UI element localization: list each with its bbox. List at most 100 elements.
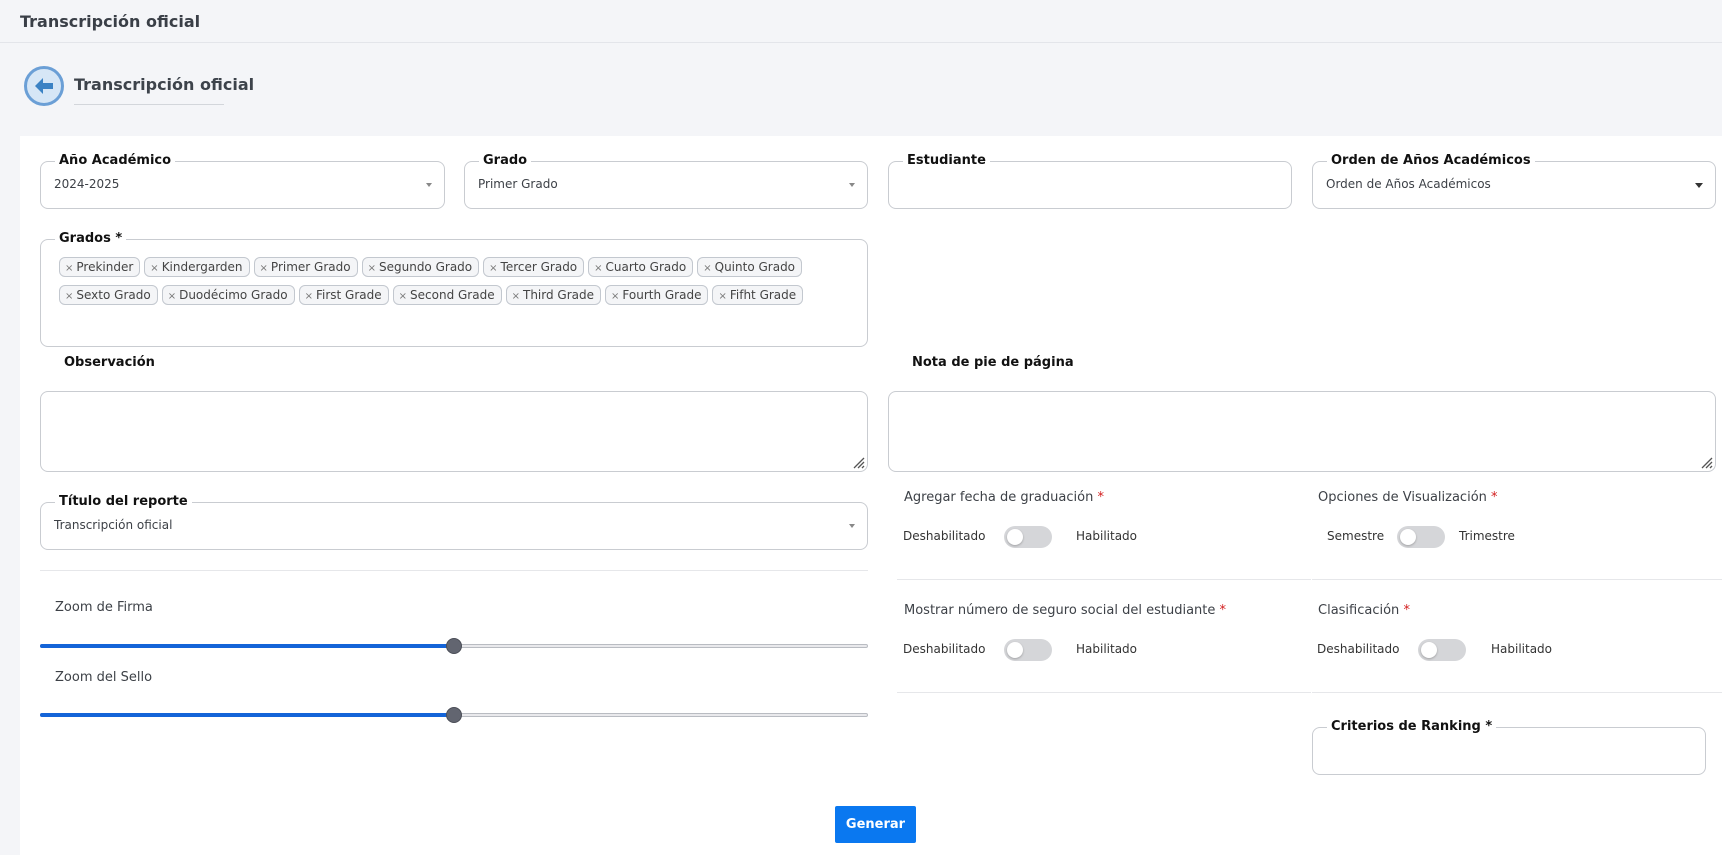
required-marker: * <box>1219 603 1227 618</box>
ranking-toggle[interactable] <box>1418 639 1466 661</box>
signature-zoom-slider[interactable] <box>40 638 868 656</box>
display-options-on-label: Trimestre <box>1459 529 1515 543</box>
ssn-label: Mostrar número de seguro social del estu… <box>904 603 1226 618</box>
x-icon[interactable]: × <box>718 291 726 302</box>
footnote-textarea[interactable] <box>888 391 1716 472</box>
top-bar: Transcripción oficial <box>0 0 1722 43</box>
toggle-knob <box>1007 642 1023 658</box>
arrow-left-icon <box>35 78 53 94</box>
slider-fill <box>40 644 454 648</box>
grade-tag-label: Segundo Grado <box>378 260 473 274</box>
x-icon[interactable]: × <box>65 291 73 302</box>
grade-tag: × Segundo Grado <box>361 257 480 277</box>
grade-tag-label: Tercer Grado <box>500 260 578 274</box>
slider-thumb[interactable] <box>446 638 462 654</box>
x-icon[interactable]: × <box>611 291 619 302</box>
form-card: Año Académico 2024-2025 Grado Primer Gra… <box>20 136 1722 855</box>
report-title-label: Título del reporte <box>55 494 192 509</box>
ranking-label: Clasificación * <box>1318 603 1410 618</box>
grade-value: Primer Grado <box>478 177 558 191</box>
observation-label: Observación <box>64 355 155 370</box>
year-order-value: Orden de Años Académicos <box>1326 177 1491 191</box>
grade-tag-label: Fourth Grade <box>622 288 702 302</box>
caret-down-icon <box>849 524 855 528</box>
display-options-label: Opciones de Visualización * <box>1318 490 1498 505</box>
ranking-criteria-field[interactable]: Criterios de Ranking * <box>1312 719 1706 775</box>
caret-down-icon <box>426 183 432 187</box>
ssn-on-label: Habilitado <box>1076 642 1138 656</box>
x-icon[interactable]: × <box>399 291 407 302</box>
x-icon[interactable]: × <box>305 291 313 302</box>
seal-zoom-label: Zoom del Sello <box>55 670 153 685</box>
toggle-knob <box>1007 529 1023 545</box>
x-icon[interactable]: × <box>150 263 158 274</box>
ssn-label-text: Mostrar número de seguro social del estu… <box>904 603 1216 618</box>
ssn-toggle[interactable] <box>1004 639 1052 661</box>
toggle-knob <box>1400 529 1416 545</box>
grade-tag: × Quinto Grado <box>697 257 803 277</box>
academic-year-label: Año Académico <box>55 153 176 168</box>
grade-tag-label: Kindergarden <box>161 260 243 274</box>
x-icon[interactable]: × <box>65 263 73 274</box>
ssn-off-label: Deshabilitado <box>903 642 986 656</box>
year-order-label: Orden de Años Académicos <box>1327 153 1535 168</box>
grade-tag: × Prekinder <box>59 257 141 277</box>
x-icon[interactable]: × <box>594 263 602 274</box>
caret-down-icon <box>849 183 855 187</box>
grade-tag: × Third Grade <box>505 285 601 305</box>
grade-tag-label: Duodécimo Grado <box>179 288 288 302</box>
grade-tag: × First Grade <box>298 285 389 305</box>
grade-tag-label: Fifht Grade <box>729 288 797 302</box>
academic-year-value: 2024-2025 <box>54 177 120 191</box>
grades-tag-list: × Prekinder × Kindergarden × Primer Grado × Seg… <box>59 256 829 312</box>
student-field[interactable]: Estudiante <box>888 153 1292 209</box>
divider <box>897 579 1311 580</box>
grade-tag-label: Second Grade <box>410 288 495 302</box>
signature-zoom-label: Zoom de Firma <box>55 600 153 615</box>
divider <box>1312 579 1722 580</box>
ranking-off-label: Deshabilitado <box>1317 642 1400 656</box>
grade-tag-label: Prekinder <box>76 260 134 274</box>
grade-tag: × Second Grade <box>392 285 502 305</box>
grade-tag: × Tercer Grado <box>483 257 585 277</box>
caret-down-icon <box>1695 183 1703 188</box>
x-icon[interactable]: × <box>368 263 376 274</box>
resize-grip-icon[interactable] <box>851 455 865 469</box>
x-icon[interactable]: × <box>703 263 711 274</box>
grade-tag: × Fifht Grade <box>712 285 804 305</box>
x-icon[interactable]: × <box>260 263 268 274</box>
year-order-select[interactable]: Orden de Años Académicos Orden de Años A… <box>1312 153 1716 209</box>
generate-button[interactable]: Generar <box>835 806 916 843</box>
page-title-underline <box>74 104 224 105</box>
grade-select[interactable]: Grado Primer Grado <box>464 153 868 209</box>
seal-zoom-slider[interactable] <box>40 707 868 725</box>
grade-tag-label: First Grade <box>315 288 382 302</box>
divider <box>897 692 1311 693</box>
page-title: Transcripción oficial <box>74 75 255 94</box>
graduation-date-label: Agregar fecha de graduación * <box>904 490 1104 505</box>
ranking-criteria-label: Criterios de Ranking * <box>1327 719 1497 734</box>
resize-grip-icon[interactable] <box>1699 455 1713 469</box>
grade-tag: × Primer Grado <box>253 257 358 277</box>
grades-multiselect[interactable]: Grados * × Prekinder × Kindergarden × Primer … <box>40 231 868 347</box>
report-title-select[interactable]: Título del reporte Transcripción oficial <box>40 494 868 550</box>
display-options-label-text: Opciones de Visualización <box>1318 490 1487 505</box>
x-icon[interactable]: × <box>512 291 520 302</box>
graduation-date-toggle[interactable] <box>1004 526 1052 548</box>
observation-textarea[interactable] <box>40 391 868 472</box>
academic-year-select[interactable]: Año Académico 2024-2025 <box>40 153 445 209</box>
back-button[interactable] <box>24 66 64 106</box>
divider <box>40 570 868 571</box>
grade-tag: × Fourth Grade <box>605 285 709 305</box>
display-options-toggle[interactable] <box>1397 526 1445 548</box>
display-options-off-label: Semestre <box>1327 529 1385 543</box>
slider-thumb[interactable] <box>446 707 462 723</box>
x-icon[interactable]: × <box>489 263 497 274</box>
grades-label: Grados * <box>55 231 127 246</box>
graduation-date-on-label: Habilitado <box>1076 529 1138 543</box>
grade-tag-label: Quinto Grado <box>714 260 796 274</box>
graduation-date-label-text: Agregar fecha de graduación <box>904 490 1094 505</box>
footnote-label: Nota de pie de página <box>912 355 1074 370</box>
x-icon[interactable]: × <box>168 291 176 302</box>
toggle-knob <box>1421 642 1437 658</box>
